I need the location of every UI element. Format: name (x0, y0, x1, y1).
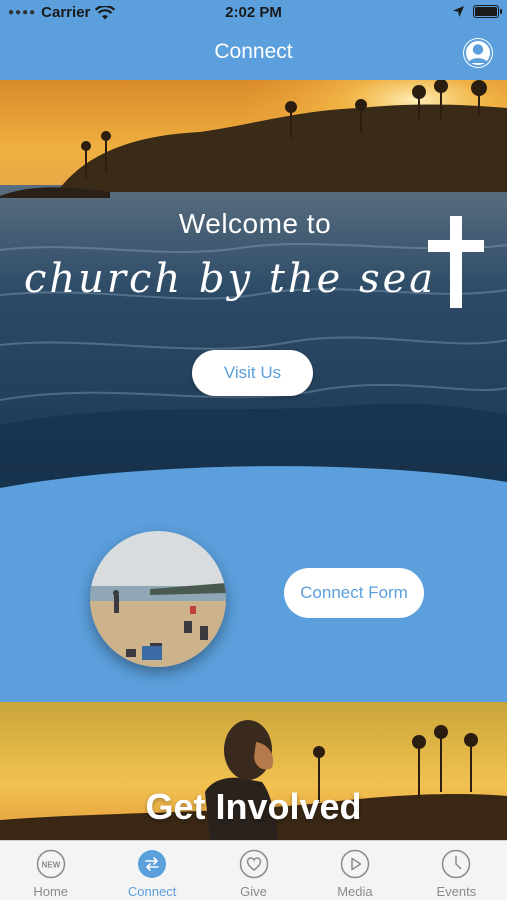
get-involved-banner[interactable]: Get Involved (0, 702, 507, 840)
status-bar: ●●●● Carrier 2:02 PM (0, 0, 507, 26)
clock-icon (442, 849, 471, 879)
tab-connect[interactable]: Connect (101, 841, 202, 900)
profile-button[interactable] (463, 38, 493, 68)
tab-media[interactable]: Media (304, 841, 405, 900)
nav-bar: Connect (0, 26, 507, 80)
tab-media-label: Media (337, 884, 373, 899)
heart-icon (239, 849, 268, 879)
visit-us-button[interactable]: Visit Us (192, 350, 313, 396)
battery-icon (473, 5, 502, 18)
church-name-logo: church by the sea (24, 256, 437, 302)
status-right (452, 5, 502, 18)
tab-home-label: Home (33, 884, 69, 899)
tab-home[interactable]: NEW Home (0, 841, 101, 900)
tab-events-label: Events (436, 884, 477, 899)
location-arrow-icon (453, 6, 464, 17)
tab-connect-label: Connect (127, 884, 177, 899)
cross-icon (428, 216, 484, 308)
new-badge-text: NEW (41, 861, 60, 870)
play-icon (340, 849, 370, 879)
beach-photo-image (90, 531, 226, 667)
page-title: Connect (214, 40, 293, 63)
tab-give[interactable]: Give (203, 841, 304, 900)
get-involved-title: Get Involved (145, 786, 362, 827)
swap-arrows-icon (138, 850, 167, 878)
connect-section: Connect Form (0, 460, 507, 702)
new-badge-icon: NEW (36, 849, 65, 879)
beach-photo (90, 531, 226, 667)
status-time: 2:02 PM (225, 4, 282, 21)
tab-events[interactable]: Events (406, 841, 507, 900)
tab-bar: NEW Home Connect Give Media Events (0, 840, 507, 900)
person-circle-icon (464, 39, 492, 67)
hero-banner: Welcome to church by the sea Visit Us (0, 80, 507, 500)
connect-form-button[interactable]: Connect Form (284, 568, 424, 618)
tab-give-label: Give (240, 884, 267, 899)
